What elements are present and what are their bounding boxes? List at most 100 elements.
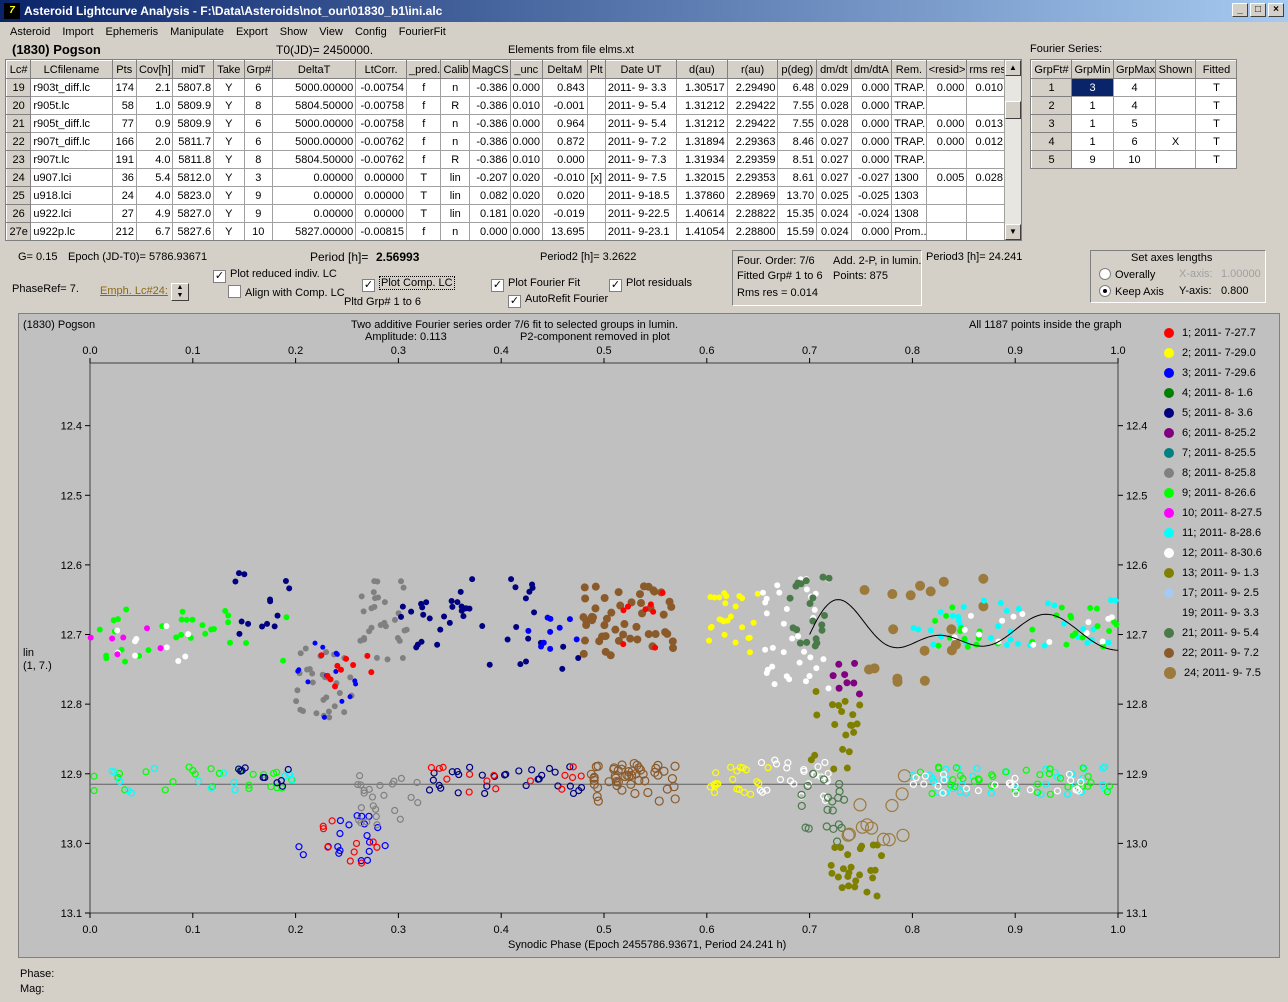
- data-point: [850, 728, 858, 736]
- data-point: [461, 605, 468, 612]
- data-point: [202, 630, 209, 637]
- data-point: [381, 619, 388, 626]
- data-point: [243, 640, 250, 647]
- legend-item: 2; 2011- 7-29.0: [1164, 347, 1256, 359]
- legend-marker-icon: [1164, 628, 1174, 638]
- data-point: [522, 595, 529, 602]
- data-point: [1015, 605, 1022, 612]
- data-point: [368, 669, 375, 676]
- data-point: [869, 874, 877, 882]
- lightcurve-chart[interactable]: 0.0 0.0 0.1 0.1 0.2 0.2 0.3 0.3 0.4 0.4 0.5 0.5 0.6 0…: [0, 0, 1288, 1002]
- data-point: [264, 620, 271, 627]
- legend-marker-icon: [1164, 388, 1174, 398]
- data-point: [877, 852, 885, 860]
- data-point: [309, 679, 316, 686]
- legend-label: 13; 2011- 9- 1.3: [1182, 567, 1259, 579]
- data-point: [845, 882, 853, 890]
- data-point: [145, 647, 152, 654]
- legend-label: 22; 2011- 9- 7.2: [1182, 647, 1259, 659]
- data-point: [841, 697, 849, 705]
- data-point: [869, 663, 880, 674]
- data-point: [372, 595, 379, 602]
- data-point: [1030, 641, 1037, 648]
- data-point: [179, 608, 186, 615]
- legend-label: 7; 2011- 8-25.5: [1182, 447, 1256, 459]
- data-point: [847, 863, 855, 871]
- data-point: [446, 619, 453, 626]
- legend-label: 2; 2011- 7-29.0: [1182, 347, 1256, 359]
- data-point: [325, 708, 332, 715]
- data-point: [834, 873, 842, 881]
- data-point: [780, 649, 787, 656]
- legend-marker-icon: [1164, 608, 1174, 618]
- data-point: [762, 646, 769, 653]
- data-point: [819, 573, 827, 581]
- x-tick-label: 0.0: [82, 924, 97, 936]
- data-point: [426, 615, 433, 622]
- data-point: [828, 869, 836, 877]
- data-point: [547, 645, 554, 652]
- data-point: [529, 581, 536, 588]
- data-point: [652, 644, 659, 651]
- data-point: [925, 586, 936, 597]
- data-point: [848, 721, 856, 729]
- data-point: [651, 630, 660, 639]
- data-point: [976, 631, 983, 638]
- data-point: [721, 631, 728, 638]
- data-point: [1099, 638, 1106, 645]
- data-point: [783, 605, 790, 612]
- data-point: [935, 642, 942, 649]
- data-point: [337, 666, 344, 673]
- data-point: [806, 672, 813, 679]
- data-point: [835, 702, 843, 710]
- data-point: [829, 672, 837, 680]
- data-point: [633, 635, 642, 644]
- data-point: [381, 599, 388, 606]
- data-point: [341, 709, 348, 716]
- data-point: [370, 589, 377, 596]
- data-point: [525, 627, 532, 634]
- data-point: [644, 582, 653, 591]
- data-point: [512, 584, 519, 591]
- y-tick-label: 12.4: [61, 421, 82, 433]
- data-point: [157, 645, 164, 652]
- data-point: [706, 637, 713, 644]
- data-point: [293, 698, 300, 705]
- legend-marker-icon: [1164, 667, 1176, 679]
- data-point: [398, 578, 405, 585]
- data-point: [437, 626, 444, 633]
- data-point: [910, 624, 917, 631]
- data-point: [774, 582, 781, 589]
- data-point: [479, 623, 486, 630]
- data-point: [525, 635, 532, 642]
- data-point: [620, 620, 629, 629]
- data-point: [323, 694, 330, 701]
- legend-marker-icon: [1164, 488, 1174, 498]
- data-point: [591, 582, 600, 591]
- data-point: [182, 653, 189, 660]
- data-point: [869, 841, 877, 849]
- data-point: [336, 689, 343, 696]
- data-point: [87, 634, 94, 641]
- data-point: [776, 589, 783, 596]
- data-point: [343, 655, 350, 662]
- x-tick-label-top: 1.0: [1110, 345, 1125, 357]
- data-point: [560, 643, 567, 650]
- legend-marker-icon: [1164, 568, 1174, 578]
- legend-item: 17; 2011- 9- 2.5: [1164, 587, 1259, 599]
- y-tick-label: 13.0: [61, 838, 82, 850]
- data-point: [802, 678, 809, 685]
- data-point: [408, 608, 415, 615]
- data-point: [812, 687, 820, 695]
- data-point: [732, 639, 739, 646]
- legend-item: 22; 2011- 9- 7.2: [1164, 647, 1259, 659]
- data-point: [919, 645, 930, 656]
- y-tick-label-right: 12.7: [1126, 630, 1147, 642]
- data-point: [739, 624, 746, 631]
- data-point: [856, 701, 864, 709]
- data-point: [448, 598, 455, 605]
- x-tick-label-top: 0.8: [905, 345, 920, 357]
- legend-label: 10; 2011- 8-27.5: [1182, 507, 1262, 519]
- mag-status: Mag:: [20, 983, 45, 995]
- y-tick-label-right: 13.0: [1126, 838, 1147, 850]
